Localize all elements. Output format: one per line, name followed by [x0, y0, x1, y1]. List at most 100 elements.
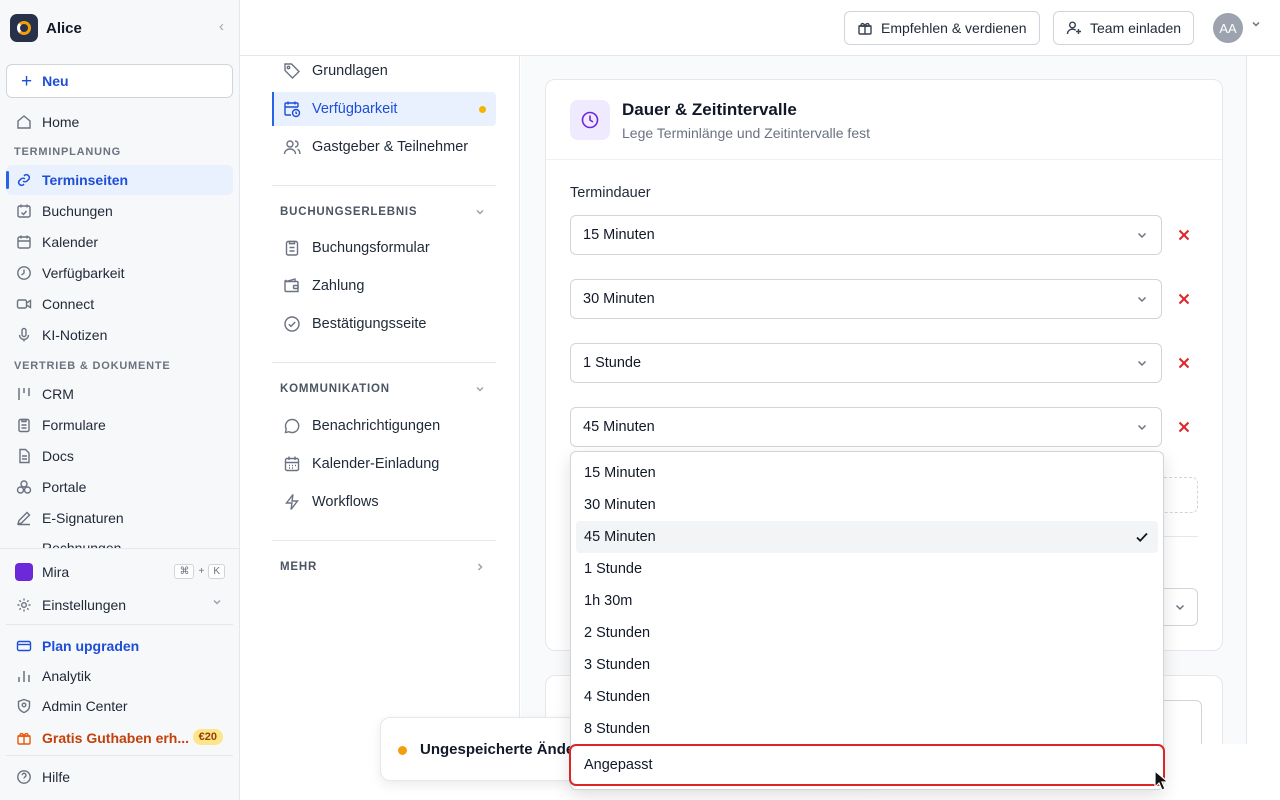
clipboard-icon — [282, 238, 302, 258]
subnav-section-more[interactable]: MEHR — [280, 561, 486, 576]
sidebar-item-mira[interactable]: Mira ⌘ + K — [6, 557, 233, 587]
workspace-switcher[interactable]: Alice ‹ — [10, 14, 232, 42]
sidebar-item-kalender[interactable]: Kalender — [6, 227, 233, 257]
sidebar-item-rechnungen[interactable]: Rechnungen — [6, 534, 233, 548]
sidebar-item-label: Connect — [42, 296, 95, 312]
close-icon — [1178, 421, 1190, 433]
subnav-item-bestaetigungsseite[interactable]: Bestätigungsseite — [272, 307, 496, 341]
sidebar-item-analytik[interactable]: Analytik — [6, 661, 233, 691]
subnav-item-label: Workflows — [312, 494, 379, 510]
sidebar-item-crm[interactable]: CRM — [6, 379, 233, 409]
subnav-item-benachrichtigungen[interactable]: Benachrichtigungen — [272, 409, 496, 443]
dropdown-option[interactable]: 15 Minuten — [576, 457, 1158, 489]
subnav-item-zahlung[interactable]: Zahlung — [272, 269, 496, 303]
gift-icon — [857, 20, 873, 36]
duration-dropdown-menu: 15 Minuten 30 Minuten 45 Minuten 1 Stund… — [569, 451, 1165, 790]
collapse-sidebar-icon[interactable]: ‹ — [219, 18, 224, 35]
invite-team-button[interactable]: Team einladen — [1053, 11, 1195, 45]
subnav-item-label: Grundlagen — [312, 63, 388, 79]
sidebar-item-portale[interactable]: Portale — [6, 472, 233, 502]
microphone-icon — [14, 325, 34, 345]
chevron-down-icon — [1135, 420, 1149, 434]
home-icon — [14, 112, 34, 132]
subnav-item-gastgeber[interactable]: Gastgeber & Teilnehmer — [272, 130, 496, 164]
pen-icon — [14, 508, 34, 528]
subnav-section-booking[interactable]: BUCHUNGSERLEBNIS — [280, 206, 486, 221]
sidebar-item-terminseiten[interactable]: Terminseiten — [6, 165, 233, 195]
duration-select-1[interactable]: 15 Minuten — [570, 215, 1162, 255]
sidebar-item-verfuegbarkeit[interactable]: Verfügbarkeit — [6, 258, 233, 288]
duration-select-4[interactable]: 45 Minuten — [570, 407, 1162, 447]
clock-icon — [570, 100, 610, 140]
refer-button-label: Empfehlen & verdienen — [881, 20, 1027, 36]
sidebar-item-formulare[interactable]: Formulare — [6, 410, 233, 440]
plus-icon: + — [21, 70, 33, 92]
duration-select-value: 45 Minuten — [583, 419, 655, 435]
sidebar-item-ki-notizen[interactable]: KI-Notizen — [6, 320, 233, 350]
remove-duration-button[interactable] — [1174, 289, 1194, 309]
sidebar-item-hilfe[interactable]: Hilfe — [6, 762, 233, 792]
sidebar-item-label: Buchungen — [42, 203, 113, 219]
subnav-section-label: MEHR — [280, 561, 318, 573]
workspace-logo — [10, 14, 38, 42]
sidebar-footer: Mira ⌘ + K Einstellungen Plan upgraden Ana… — [0, 548, 239, 800]
dropdown-option[interactable]: 3 Stunden — [576, 649, 1158, 681]
calendar-clock-icon — [282, 99, 302, 119]
duration-select-value: 30 Minuten — [583, 291, 655, 307]
subnav-item-label: Benachrichtigungen — [312, 418, 441, 434]
top-bar: Empfehlen & verdienen Team einladen AA — [240, 0, 1280, 56]
event-settings-nav: Grundlagen Verfügbarkeit Gastgeber & Tei… — [240, 56, 520, 744]
subnav-divider — [272, 540, 496, 541]
sidebar-item-buchungen[interactable]: Buchungen — [6, 196, 233, 226]
subnav-item-label: Kalender-Einladung — [312, 456, 440, 472]
subnav-item-workflows[interactable]: Workflows — [272, 485, 496, 519]
dropdown-option[interactable]: 4 Stunden — [576, 681, 1158, 713]
sidebar-item-home[interactable]: Home — [6, 107, 233, 137]
sidebar-item-credit[interactable]: Gratis Guthaben erh... €20 — [6, 723, 233, 753]
sidebar: Alice ‹ + Neu Home TERMINPLANUNG Terminse… — [0, 0, 240, 800]
refer-button[interactable]: Empfehlen & verdienen — [844, 11, 1040, 45]
subnav-item-verfuegbarkeit[interactable]: Verfügbarkeit — [272, 92, 496, 126]
remove-duration-button[interactable] — [1174, 225, 1194, 245]
avatar[interactable]: AA — [1213, 13, 1243, 43]
sidebar-item-label: Portale — [42, 479, 87, 495]
sidebar-item-connect[interactable]: Connect — [6, 289, 233, 319]
remove-duration-button[interactable] — [1174, 353, 1194, 373]
new-button[interactable]: + Neu — [6, 64, 233, 98]
remove-duration-button[interactable] — [1174, 417, 1194, 437]
sidebar-item-admin-center[interactable]: Admin Center — [6, 691, 233, 721]
new-button-label: Neu — [42, 73, 69, 89]
sidebar-item-label: Hilfe — [42, 769, 71, 785]
subnav-section-communication[interactable]: KOMMUNIKATION — [280, 383, 486, 398]
sidebar-item-einstellungen[interactable]: Einstellungen — [6, 590, 233, 620]
dropdown-option-selected[interactable]: 45 Minuten — [576, 521, 1158, 553]
dropdown-option[interactable]: 2 Stunden — [576, 617, 1158, 649]
duration-select-2[interactable]: 30 Minuten — [570, 279, 1162, 319]
chevron-down-icon — [1135, 228, 1149, 242]
sidebar-item-e-signaturen[interactable]: E-Signaturen — [6, 503, 233, 533]
clock-icon — [14, 263, 34, 283]
chevron-down-icon[interactable] — [1250, 18, 1262, 33]
subnav-item-label: Buchungsformular — [312, 240, 430, 256]
invite-team-label: Team einladen — [1090, 20, 1182, 36]
subnav-item-grundlagen[interactable]: Grundlagen — [272, 54, 496, 88]
subnav-item-buchungsformular[interactable]: Buchungsformular — [272, 231, 496, 265]
sidebar-item-upgrade[interactable]: Plan upgraden — [6, 631, 233, 661]
subnav-divider — [272, 185, 496, 186]
duration-select-3[interactable]: 1 Stunde — [570, 343, 1162, 383]
sidebar-item-docs[interactable]: Docs — [6, 441, 233, 471]
sidebar-item-label: Docs — [42, 448, 74, 464]
calendar-icon — [282, 454, 302, 474]
subnav-item-kalender-einladung[interactable]: Kalender-Einladung — [272, 447, 496, 481]
dropdown-option[interactable]: 30 Minuten — [576, 489, 1158, 521]
lightning-icon — [282, 492, 302, 512]
dropdown-option-label: 45 Minuten — [584, 529, 656, 545]
dropdown-option[interactable]: 1 Stunde — [576, 553, 1158, 585]
dropdown-option[interactable]: 8 Stunden — [576, 713, 1158, 745]
user-plus-icon — [1066, 20, 1082, 36]
duration-select-value: 15 Minuten — [583, 227, 655, 243]
invoice-icon — [14, 540, 34, 548]
mouse-cursor-icon — [1154, 770, 1170, 791]
dropdown-option-angepasst[interactable]: Angepasst — [569, 744, 1165, 786]
dropdown-option[interactable]: 1h 30m — [576, 585, 1158, 617]
